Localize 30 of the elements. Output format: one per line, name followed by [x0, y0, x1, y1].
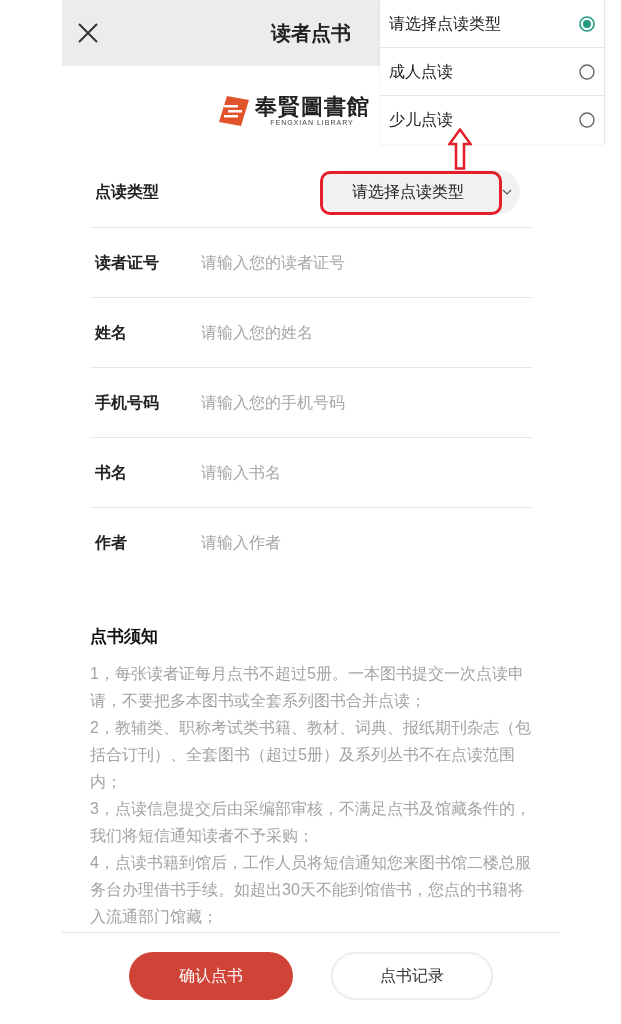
radio-icon[interactable]: [579, 63, 595, 80]
close-icon[interactable]: [78, 23, 98, 43]
notice-item: 2，教辅类、职称考试类书籍、教材、词典、报纸期刊杂志（包括合订刊）、全套图书（超过5册）及系列丛书不在点读范围内；: [90, 718, 532, 792]
text-field[interactable]: 请输入作者: [201, 528, 532, 558]
chevron-down-icon: [502, 188, 512, 195]
field-label: 手机号码: [95, 392, 160, 413]
confirm-button[interactable]: 确认点书: [129, 952, 293, 1000]
field-label: 书名: [95, 462, 128, 483]
field-label: 作者: [95, 533, 128, 553]
records-button[interactable]: 点书记录: [331, 952, 493, 1000]
radio-checked-icon[interactable]: [579, 15, 595, 32]
notice-item: 1，每张读者证每月点书不超过5册。一本图书提交一次点读申请，不要把多本图书或全套系列图书合并点读；: [90, 664, 525, 711]
notice-item: 3，点读信息提交后由采编部审核，不满足点书及馆藏条件的，我们将短信通知读者不予采购；: [90, 799, 532, 846]
page-title: 读者点书: [271, 21, 351, 45]
type-select[interactable]: 请选择点读类型: [320, 169, 520, 214]
text-field[interactable]: 请输入书名: [201, 457, 532, 488]
text-field[interactable]: 请输入您的姓名: [201, 317, 532, 348]
radio-icon[interactable]: [579, 112, 595, 128]
text-field[interactable]: 请输入您的手机号码: [201, 387, 532, 418]
field-label: 姓名: [95, 322, 128, 343]
notice-title: 点书须知: [90, 628, 159, 646]
field-label: 点读类型: [95, 181, 160, 202]
logo-text: 奉賢圖書館: [254, 95, 370, 119]
field-label: 读者证号: [95, 252, 160, 273]
dropdown-option[interactable]: 请选择点读类型: [380, 0, 604, 48]
dropdown-option[interactable]: 成人点读: [380, 48, 604, 96]
notice-item: 4，点读书籍到馆后，工作人员将短信通知您来图书馆二楼总服务台办理借书手续。如超出30天不能到馆借书，您点的书籍将入流通部门馆藏；: [90, 853, 532, 927]
logo-icon: [218, 96, 249, 126]
dropdown-option[interactable]: 少儿点读: [380, 96, 604, 144]
text-field[interactable]: 请输入您的读者证号: [201, 247, 532, 278]
